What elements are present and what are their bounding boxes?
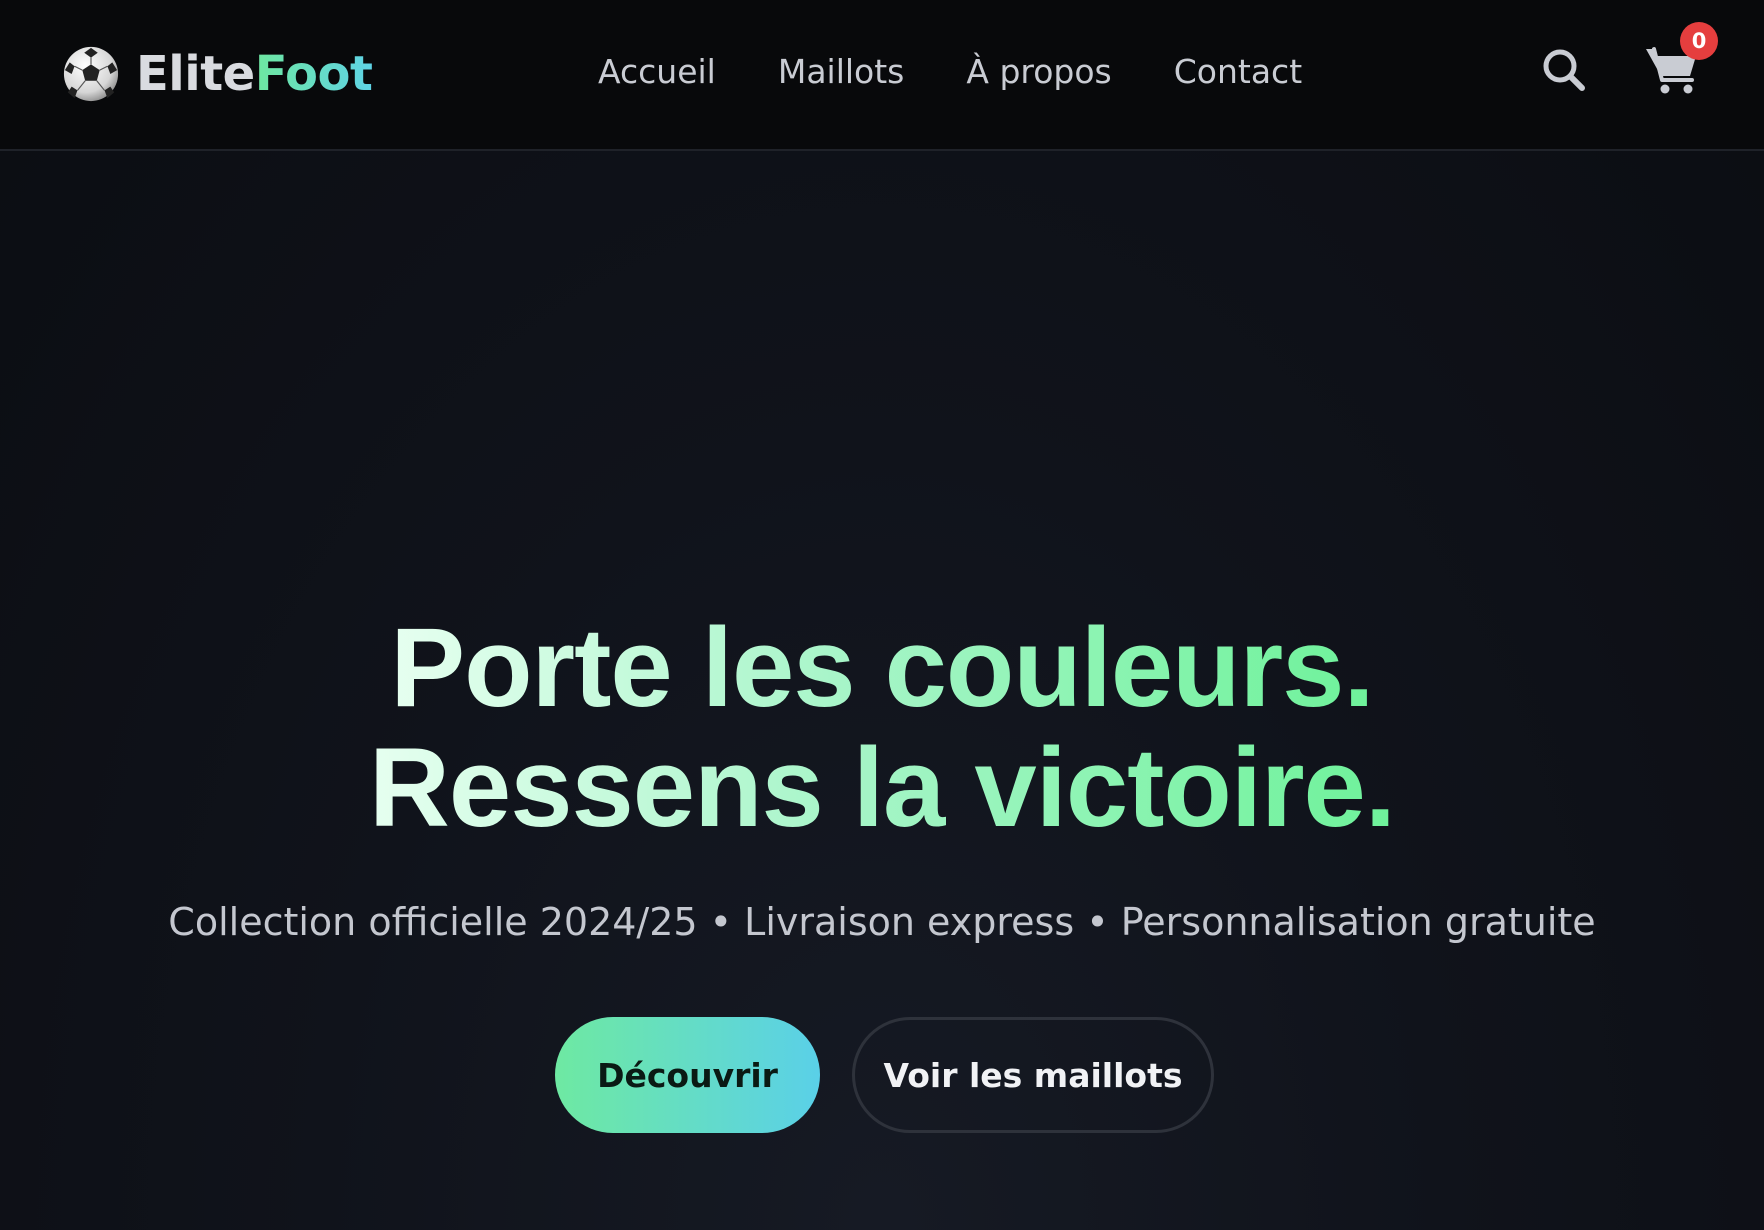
search-icon: [1543, 49, 1585, 91]
nav-item-maillots[interactable]: Maillots: [778, 48, 905, 96]
view-jerseys-button[interactable]: Voir les maillots: [852, 1017, 1214, 1133]
brand-name: EliteFoot: [136, 50, 373, 98]
hero-title: Porte les couleurs. Ressens la victoire.: [0, 608, 1764, 848]
brand-name-part1: Elite: [136, 46, 255, 102]
nav-item-a-propos[interactable]: À propos: [966, 48, 1111, 96]
main-nav: Accueil Maillots À propos Contact: [598, 48, 1302, 96]
site-header: EliteFoot Accueil Maillots À propos Cont…: [0, 0, 1764, 151]
cart-count-badge: 0: [1680, 22, 1718, 60]
nav-item-contact[interactable]: Contact: [1174, 48, 1302, 96]
hero-title-line2: Ressens la victoire.: [369, 725, 1396, 850]
brand-name-part2: Foot: [254, 46, 373, 102]
brand-logo-link[interactable]: EliteFoot: [62, 42, 373, 106]
hero-title-line1: Porte les couleurs.: [390, 605, 1374, 730]
discover-button[interactable]: Découvrir: [555, 1017, 820, 1133]
soccer-ball-icon: [63, 46, 119, 102]
search-button[interactable]: [1540, 46, 1588, 94]
page: EliteFoot Accueil Maillots À propos Cont…: [0, 0, 1764, 1230]
nav-item-accueil[interactable]: Accueil: [598, 48, 716, 96]
hero-subtitle: Collection officielle 2024/25 • Livraiso…: [168, 900, 1596, 944]
